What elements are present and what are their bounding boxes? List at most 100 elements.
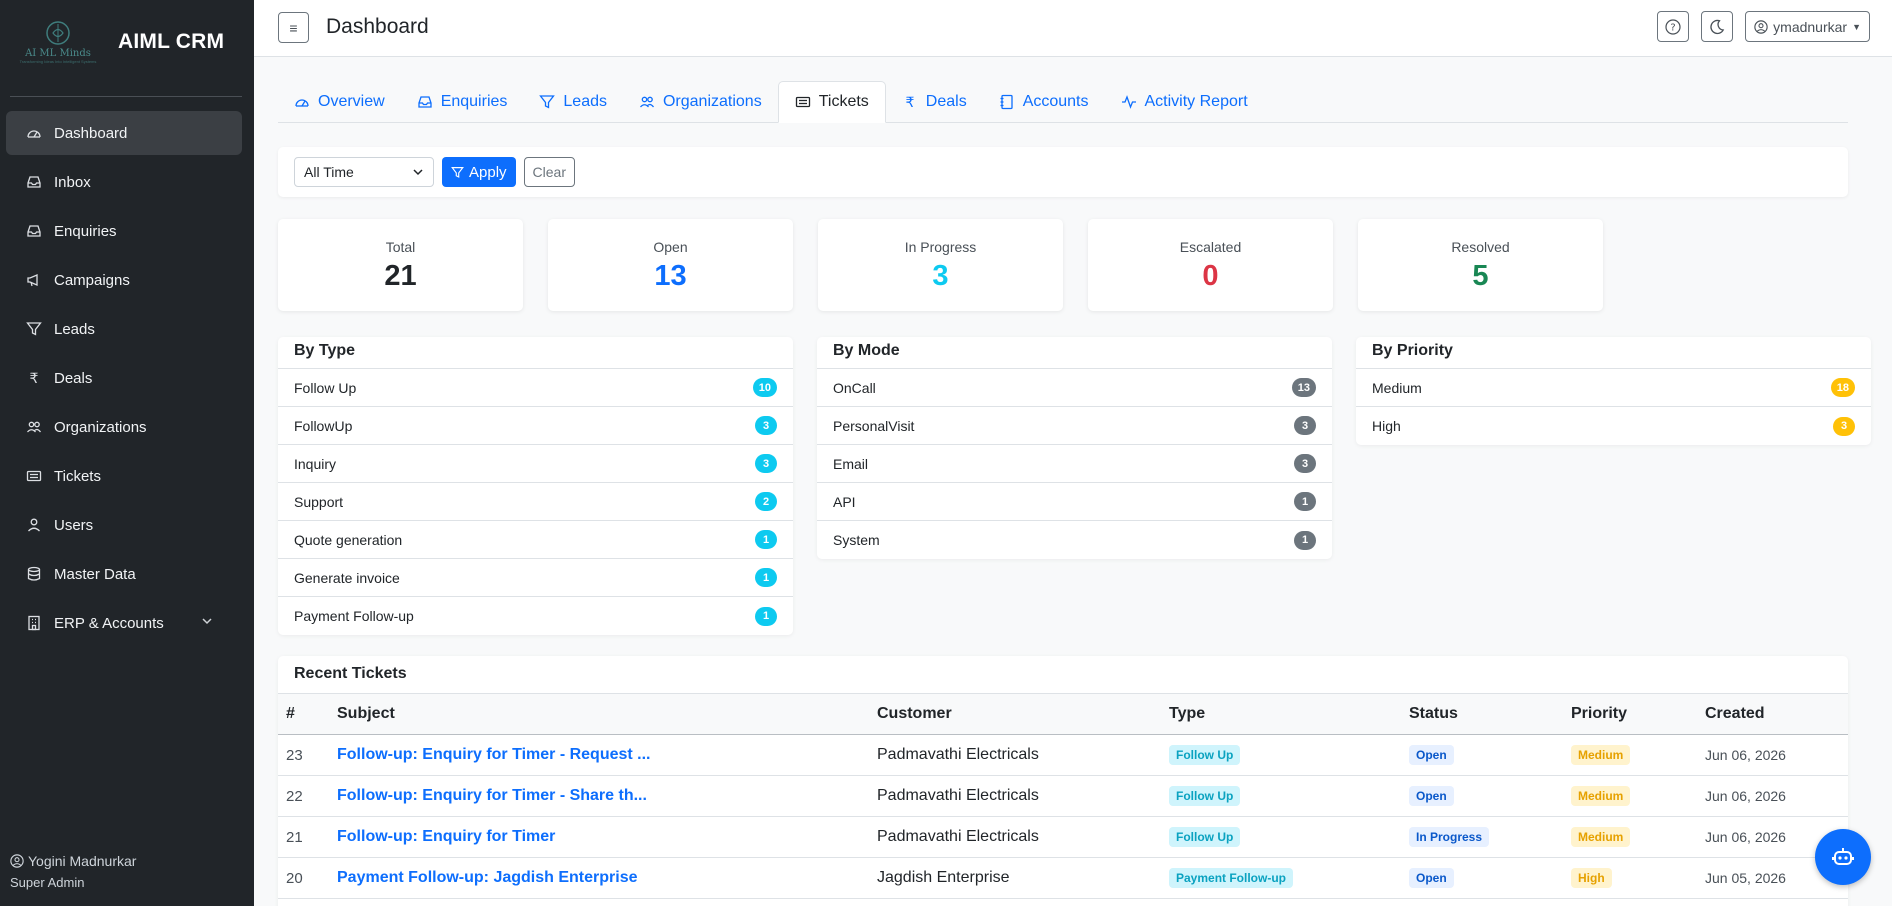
sidebar-item-dashboard[interactable]: Dashboard bbox=[6, 111, 242, 155]
caret-down-icon: ▼ bbox=[1852, 21, 1861, 32]
ticket-subject-link[interactable]: Follow-up: Enquiry for Timer - Share th.… bbox=[329, 775, 869, 817]
question-circle-icon: ? bbox=[1665, 18, 1681, 35]
ticket-status-cell: Open bbox=[1401, 734, 1563, 776]
apply-button[interactable]: Apply bbox=[442, 157, 516, 187]
table-row[interactable]: 20 Payment Follow-up: Jagdish Enterprise J… bbox=[278, 857, 1848, 899]
sidebar-item-organizations[interactable]: Organizations bbox=[6, 405, 242, 449]
status-badge: In Progress bbox=[1409, 827, 1490, 847]
chatbot-button[interactable] bbox=[1815, 829, 1871, 885]
tab-accounts[interactable]: Accounts bbox=[983, 81, 1105, 123]
topbar: ≡ Dashboard ? ymadnurkar ▼ bbox=[254, 0, 1892, 57]
status-badge: Open bbox=[1409, 745, 1454, 765]
ticket-type-cell: Payment Follow-up bbox=[1161, 857, 1401, 899]
rupee-icon: ₹ bbox=[26, 370, 42, 386]
stat-label: Total bbox=[385, 239, 416, 255]
sidebar: AI ML Minds Transforming Ideas Into Inte… bbox=[0, 0, 254, 906]
ticket-subject-link[interactable]: Follow-up: Enquiry for Timer - Request .… bbox=[329, 734, 869, 776]
list-item: High 3 bbox=[1356, 407, 1871, 445]
count-badge: 3 bbox=[755, 416, 777, 435]
stat-card-resolved: Resolved 5 bbox=[1358, 219, 1603, 311]
ticket-subject-link[interactable]: Follow-up: Enquiry for Timer bbox=[329, 816, 869, 858]
ticket-id: 21 bbox=[278, 816, 329, 858]
panel-title: By Priority bbox=[1356, 337, 1871, 369]
list-item-label: High bbox=[1372, 418, 1401, 434]
type-badge: Payment Follow-up bbox=[1169, 868, 1294, 888]
count-badge: 1 bbox=[1294, 530, 1316, 550]
ticket-icon bbox=[26, 468, 42, 484]
table-row[interactable]: 23 Follow-up: Enquiry for Timer - Request… bbox=[278, 734, 1848, 776]
sidebar-item-users[interactable]: Users bbox=[6, 503, 242, 547]
user-role: Super Admin bbox=[10, 875, 85, 890]
table-row[interactable]: 21 Follow-up: Enquiry for Timer Padmavathi… bbox=[278, 816, 1848, 858]
list-item-label: PersonalVisit bbox=[833, 417, 915, 434]
list-item: Email 3 bbox=[817, 445, 1332, 483]
clear-button[interactable]: Clear bbox=[523, 157, 575, 187]
by-mode-panel: By Mode OnCall 13 PersonalVisit 3 Email 3 API 1… bbox=[817, 337, 1332, 559]
menu-toggle-button[interactable]: ≡ bbox=[278, 12, 309, 43]
type-badge: Follow Up bbox=[1169, 786, 1241, 806]
tab-enquiries[interactable]: Enquiries bbox=[401, 81, 524, 123]
tab-deals[interactable]: ₹ Deals bbox=[886, 81, 983, 123]
period-select[interactable]: All Time bbox=[294, 157, 434, 187]
user-menu-button[interactable]: ymadnurkar ▼ bbox=[1745, 11, 1870, 42]
sidebar-item-label: Dashboard bbox=[54, 124, 128, 142]
count-badge: 3 bbox=[1294, 416, 1316, 435]
column-header: Priority bbox=[1563, 693, 1697, 735]
stat-value: 13 bbox=[654, 260, 687, 292]
ticket-status-cell: Open bbox=[1401, 857, 1563, 899]
help-button[interactable]: ? bbox=[1657, 11, 1690, 42]
sidebar-item-inbox[interactable]: Inbox bbox=[6, 160, 242, 204]
list-item-label: Email bbox=[833, 455, 869, 472]
recent-tickets-title: Recent Tickets bbox=[294, 665, 407, 682]
list-item: Payment Follow-up 1 bbox=[278, 597, 793, 635]
tab-activity-report[interactable]: Activity Report bbox=[1105, 81, 1264, 123]
rupee-icon: ₹ bbox=[902, 94, 918, 110]
list-item: Inquiry 3 bbox=[278, 445, 793, 483]
main-content: Overview Enquiries Leads Organizations Ticke… bbox=[254, 57, 1892, 906]
sidebar-item-campaigns[interactable]: Campaigns bbox=[6, 258, 242, 302]
list-item-label: Support bbox=[294, 493, 344, 510]
sidebar-item-leads[interactable]: Leads bbox=[6, 307, 242, 351]
sidebar-item-deals[interactable]: ₹ Deals bbox=[6, 356, 242, 400]
list-item: Support 2 bbox=[278, 483, 793, 521]
list-item-label: OnCall bbox=[833, 379, 876, 396]
tab-organizations[interactable]: Organizations bbox=[623, 81, 778, 123]
sidebar-item-tickets[interactable]: Tickets bbox=[6, 454, 242, 498]
dark-mode-button[interactable] bbox=[1701, 11, 1734, 42]
stat-value: 3 bbox=[932, 260, 949, 292]
tab-leads[interactable]: Leads bbox=[523, 81, 623, 123]
chevron-down-icon bbox=[200, 614, 214, 632]
type-badge: Follow Up bbox=[1169, 827, 1241, 847]
ticket-customer: Padmavathi Electricals bbox=[869, 734, 1161, 776]
brand[interactable]: AI ML Minds Transforming Ideas Into Inte… bbox=[0, 0, 254, 84]
hamburger-icon: ≡ bbox=[289, 19, 298, 36]
brand-name: AIML CRM bbox=[118, 30, 225, 53]
ticket-status-cell: Open bbox=[1401, 775, 1563, 817]
sidebar-item-label: Deals bbox=[54, 369, 93, 387]
tab-overview[interactable]: Overview bbox=[278, 81, 401, 123]
count-badge: 18 bbox=[1830, 378, 1855, 397]
table-row[interactable]: 22 Follow-up: Enquiry for Timer - Share t… bbox=[278, 775, 1848, 817]
tab-label: Activity Report bbox=[1144, 93, 1248, 110]
people-icon bbox=[639, 94, 655, 110]
list-item: Quote generation 1 bbox=[278, 521, 793, 559]
ticket-subject-link[interactable]: Payment Follow-up: Jagdish Enterprise bbox=[329, 857, 869, 899]
column-header: Created bbox=[1697, 693, 1848, 735]
sidebar-item-erp-accounts[interactable]: ERP & Accounts bbox=[6, 601, 242, 645]
inbox-icon bbox=[26, 174, 42, 190]
funnel-icon bbox=[26, 321, 42, 337]
count-badge: 3 bbox=[755, 454, 777, 473]
ticket-customer: Padmavathi Electricals bbox=[869, 775, 1161, 817]
column-header: # bbox=[278, 693, 329, 735]
recent-tickets-table: # Subject Customer Type Status Priority Create… bbox=[278, 693, 1848, 899]
sidebar-item-enquiries[interactable]: Enquiries bbox=[6, 209, 242, 253]
dashboard-tabs: Overview Enquiries Leads Organizations Ticke… bbox=[278, 81, 1848, 123]
logo-text: AI ML Minds bbox=[25, 48, 91, 59]
tab-tickets[interactable]: Tickets bbox=[777, 81, 886, 123]
speedometer-icon bbox=[294, 94, 310, 110]
sidebar-item-master-data[interactable]: Master Data bbox=[6, 552, 242, 596]
ticket-type-cell: Follow Up bbox=[1161, 775, 1401, 817]
moon-icon bbox=[1710, 19, 1725, 34]
robot-icon bbox=[1832, 848, 1854, 865]
stat-card-escalated: Escalated 0 bbox=[1088, 219, 1333, 311]
